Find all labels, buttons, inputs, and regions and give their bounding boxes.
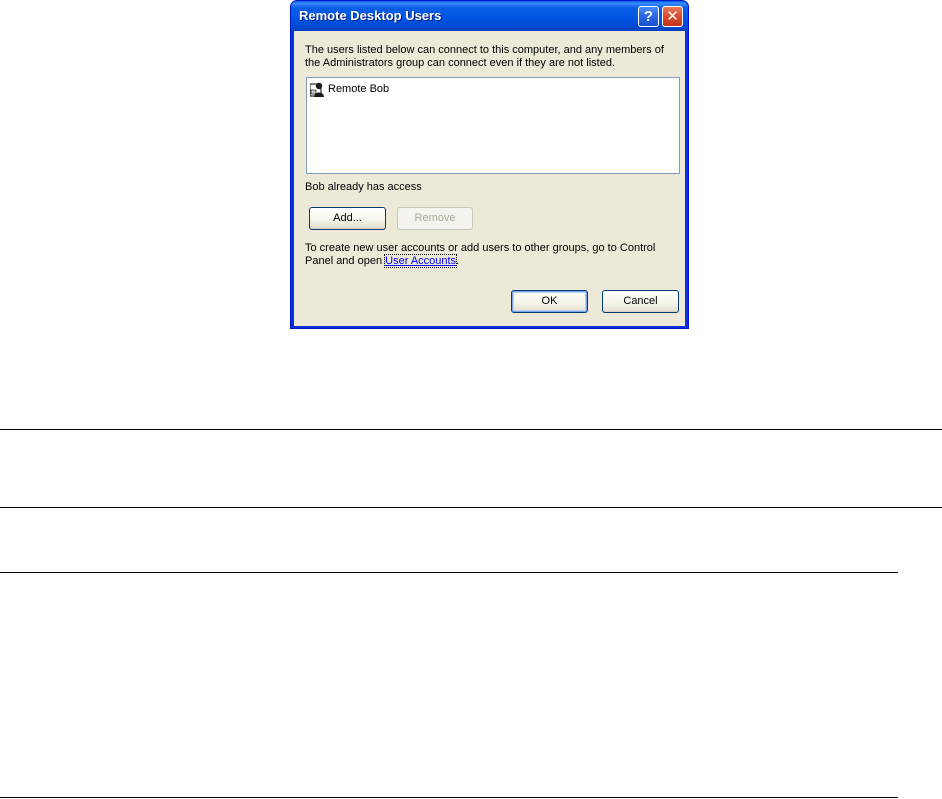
ok-button[interactable]: OK [511,290,588,313]
divider [0,572,898,573]
remove-button[interactable]: Remove [397,207,473,230]
page: Remote Desktop Users ? ✕ The users liste… [0,0,942,799]
divider [0,507,942,508]
divider [0,429,942,430]
user-accounts-link[interactable]: User Accounts [384,254,458,268]
list-item-label: Remote Bob [328,83,390,95]
status-text: Bob already has access [305,181,422,193]
divider [0,797,898,798]
help-icon: ? [643,8,654,25]
cancel-button[interactable]: Cancel [602,290,679,313]
close-icon: ✕ [666,8,679,25]
help-button[interactable]: ? [638,6,659,27]
close-button[interactable]: ✕ [662,6,683,27]
info-text-before: To create new user accounts or add users… [305,242,656,267]
info-text-after: . [456,255,460,267]
user-icon [310,82,324,97]
description-text: The users listed below can connect to th… [305,44,664,69]
list-item[interactable]: Remote Bob [310,81,389,97]
remote-desktop-users-dialog: Remote Desktop Users ? ✕ The users liste… [290,0,689,329]
title-bar[interactable]: Remote Desktop Users ? ✕ [291,1,688,31]
users-list[interactable]: Remote Bob [306,77,680,174]
dialog-title: Remote Desktop Users [299,8,442,23]
add-button[interactable]: Add... [309,207,386,230]
info-text: To create new user accounts or add users… [305,242,680,268]
dialog-body: The users listed below can connect to th… [294,31,685,326]
